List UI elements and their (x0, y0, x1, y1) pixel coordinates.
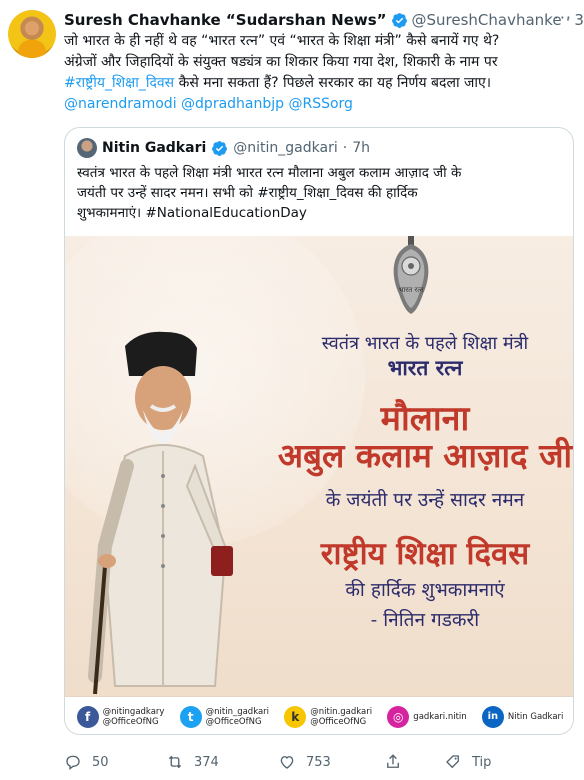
share-icon (387, 754, 399, 768)
social-text: Nitin Gadkari (507, 711, 564, 722)
tip-label: Tip (472, 754, 492, 770)
tweet-header: Suresh Chavhanke “Sudarshan News” @Sures… (64, 10, 584, 30)
medal-text: भारत रत्न (399, 286, 424, 294)
facebook-icon: f (76, 705, 99, 728)
tweet-timestamp[interactable]: 3h (574, 11, 584, 29)
social-handle: @OfficeOfNG (310, 716, 367, 727)
separator-dot: · (342, 140, 348, 156)
social-instagram: ◎ gadkari.nitin (387, 705, 467, 728)
tweet-line-text: कैसे मना सकता हैं? पिछले सरकार का यह निर… (174, 75, 492, 91)
instagram-icon: ◎ (387, 705, 410, 728)
social-text: @nitingadkary @OfficeOfNG (103, 707, 165, 727)
like-button[interactable]: 753 (278, 753, 331, 771)
author-handle[interactable]: @SureshChavhanke (412, 11, 562, 29)
reply-icon (66, 755, 80, 770)
heart-icon (280, 756, 294, 769)
reply-button[interactable]: 50 (64, 753, 109, 771)
social-text: gadkari.nitin (413, 711, 467, 722)
poster-line-2: भारत रत्न (387, 355, 463, 380)
tweet[interactable]: Suresh Chavhanke “Sudarshan News” @Sures… (0, 0, 584, 780)
poster-signature: - नितिन गडकरी (370, 609, 480, 631)
mention-link[interactable]: @RSSorg (288, 96, 352, 112)
tip-icon (446, 755, 459, 769)
quoted-timestamp[interactable]: 7h (352, 140, 370, 156)
social-handle: @nitingadkary (102, 706, 165, 717)
tip-button[interactable]: Tip (444, 753, 491, 771)
tweet-actions: 50 374 753 Tip (64, 750, 574, 774)
poster-line-5: के जयंती पर उन्हें सादर नमन (325, 489, 525, 511)
verified-badge-icon (212, 140, 228, 156)
social-handle: @OfficeOfNG (205, 716, 262, 727)
social-text: @nitin_gadkari @OfficeOfNG (206, 707, 269, 727)
social-twitter: t @nitin_gadkari @OfficeOfNG (179, 705, 269, 728)
reply-count: 50 (92, 754, 109, 770)
mention-link[interactable]: @dpradhanbjp (181, 96, 284, 112)
social-linkedin: in Nitin Gadkari (481, 705, 564, 728)
author-name[interactable]: Suresh Chavhanke “Sudarshan News” (64, 11, 387, 29)
tweet-line: #राष्ट्रीय_शिक्षा_दिवस कैसे मना सकता हैं… (64, 73, 572, 94)
like-count: 753 (306, 754, 331, 770)
quoted-tweet[interactable]: Nitin Gadkari @nitin_gadkari · 7h स्वतंत… (64, 127, 574, 735)
share-button[interactable] (384, 753, 402, 771)
more-options-icon[interactable]: ··· (554, 8, 572, 27)
poster-line-6: राष्ट्रीय शिक्षा दिवस (320, 536, 530, 572)
twitter-icon: t (179, 705, 202, 728)
quoted-line: स्वतंत्र भारत के पहले शिक्षा मंत्री भारत… (77, 165, 462, 181)
quoted-author-name[interactable]: Nitin Gadkari (102, 140, 206, 156)
quoted-line: जयंती पर उन्हें सादर नमन। सभी को #राष्ट्… (77, 185, 418, 201)
social-handle: @nitin.gadkari (310, 706, 373, 717)
poster-image[interactable]: भारत रत्न स्वतंत्र भारत के पहले शिक्षा म… (65, 236, 573, 734)
maulana-azad-illustration (88, 331, 233, 695)
social-facebook: f @nitingadkary @OfficeOfNG (76, 705, 165, 728)
poster-line-7: की हार्दिक शुभकामनाएं (345, 579, 505, 601)
retweet-button[interactable]: 374 (166, 753, 219, 771)
bharat-ratna-medal-icon: भारत रत्न (393, 236, 429, 314)
mentions-line: @narendramodi @dpradhanbjp @RSSorg (64, 94, 572, 115)
verified-badge-icon (391, 12, 407, 28)
tweet-text: जो भारत के ही नहीं थे वह “भारत रत्न” एवं… (64, 31, 572, 115)
quoted-avatar[interactable] (77, 138, 97, 158)
social-handle: @nitin_gadkari (205, 706, 270, 717)
mention-link[interactable]: @narendramodi (64, 96, 177, 112)
social-koo: k @nitin.gadkari @OfficeOfNG (284, 705, 372, 728)
retweet-icon (168, 755, 182, 769)
quoted-author-handle[interactable]: @nitin_gadkari (233, 140, 337, 156)
poster-line-4: अबुल कलाम आज़ाद जी (277, 436, 573, 475)
tweet-line: जो भारत के ही नहीं थे वह “भारत रत्न” एवं… (64, 33, 500, 49)
quoted-line: शुभकामनाएं। #NationalEducationDay (77, 205, 307, 221)
quoted-text: स्वतंत्र भारत के पहले शिक्षा मंत्री भारत… (77, 163, 563, 223)
tweet-line: अंग्रेजों और जिहादियों के संयुक्त षड्यंत… (64, 54, 498, 70)
avatar[interactable] (8, 10, 56, 58)
koo-icon: k (284, 705, 307, 728)
social-handle: @OfficeOfNG (102, 716, 159, 727)
poster-line-1: स्वतंत्र भारत के पहले शिक्षा मंत्री (321, 333, 529, 354)
social-text: @nitin.gadkari @OfficeOfNG (310, 707, 372, 727)
poster-social-bar: f @nitingadkary @OfficeOfNG t @nitin_gadk… (65, 696, 573, 734)
linkedin-icon: in (481, 705, 504, 728)
hashtag-link[interactable]: #राष्ट्रीय_शिक्षा_दिवस (64, 75, 174, 91)
quoted-header: Nitin Gadkari @nitin_gadkari · 7h (77, 138, 370, 158)
retweet-count: 374 (194, 754, 219, 770)
